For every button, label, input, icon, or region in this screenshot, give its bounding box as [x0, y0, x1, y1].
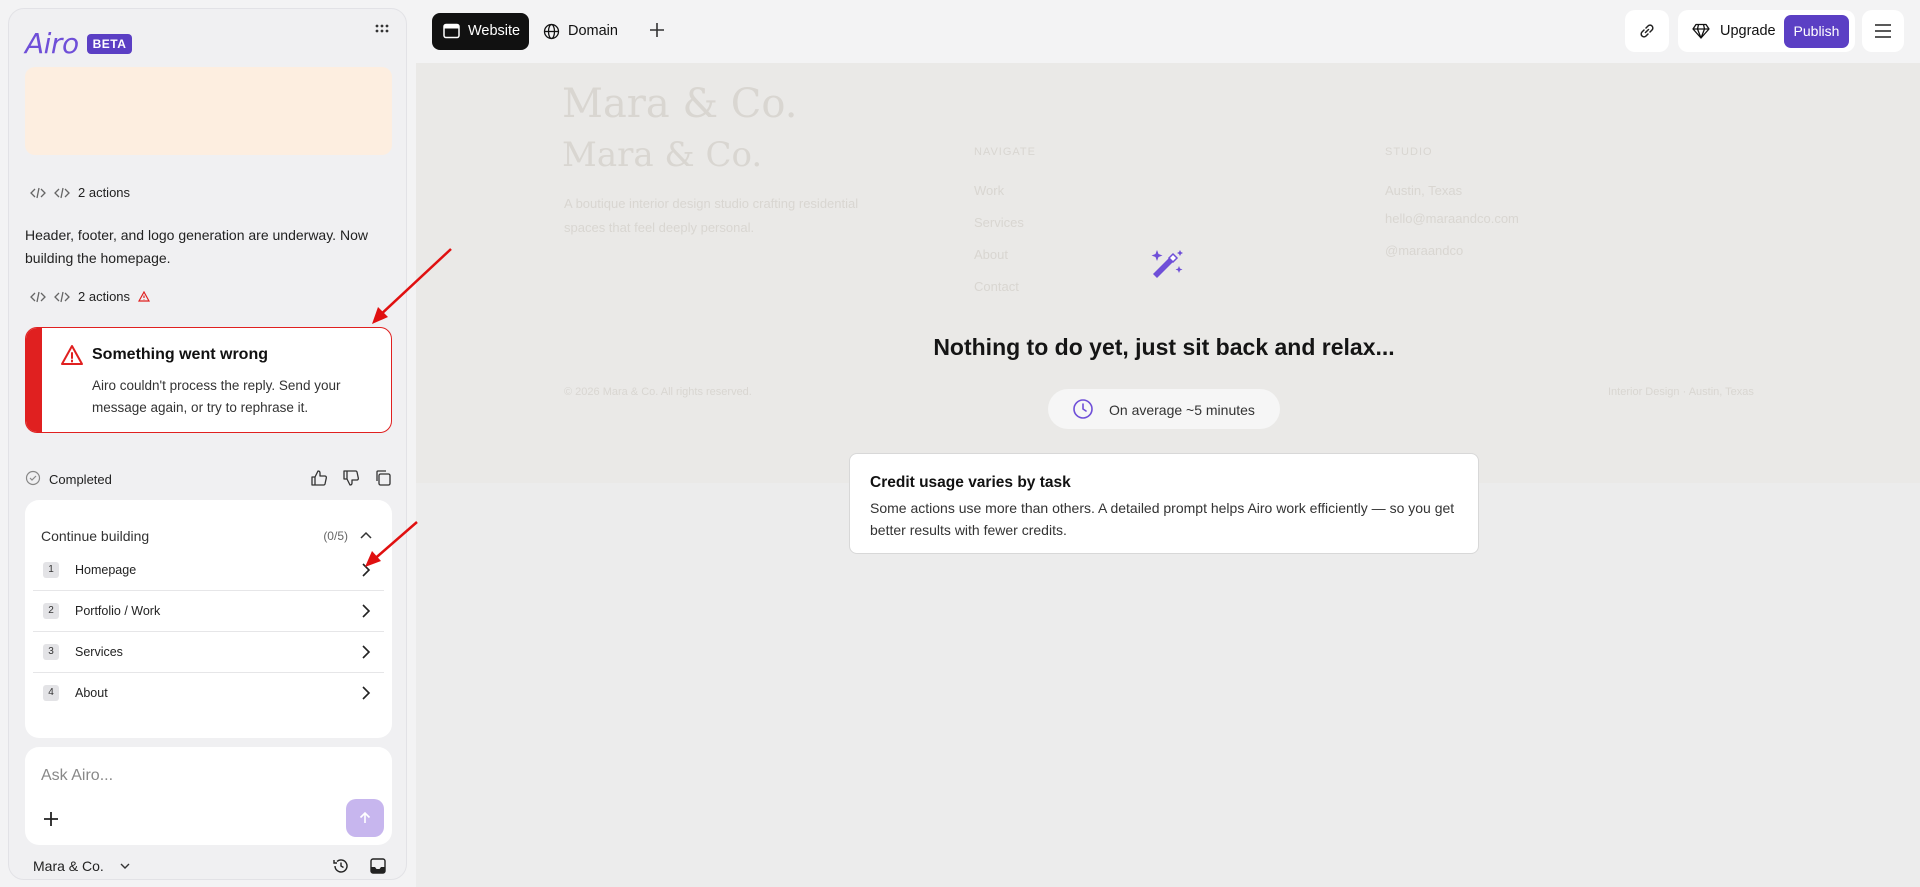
- warning-icon: [61, 345, 83, 365]
- copy-icon[interactable]: [374, 469, 392, 487]
- actions-summary[interactable]: 2 actions: [30, 185, 130, 200]
- hamburger-icon: [1875, 24, 1891, 38]
- continue-building-title: Continue building: [41, 528, 150, 544]
- ghost-copyright: © 2026 Mara & Co. All rights reserved.: [564, 386, 752, 398]
- thumbs-up-icon[interactable]: [310, 469, 328, 487]
- status-label: Completed: [49, 472, 112, 487]
- tab-website[interactable]: Website: [432, 13, 529, 50]
- ghost-studio-heading: STUDIO: [1385, 146, 1433, 158]
- ghost-logo: Mara & Co.: [562, 81, 798, 127]
- task-number: 4: [43, 685, 59, 701]
- chevron-right-icon: [362, 563, 371, 577]
- ghost-nav-item: Work: [974, 183, 1005, 198]
- history-icon[interactable]: [332, 857, 350, 875]
- chevron-right-icon: [362, 604, 371, 618]
- task-item-services[interactable]: 3 Services: [33, 632, 384, 673]
- status-row: Completed: [25, 469, 392, 489]
- clock-icon: [1073, 399, 1093, 419]
- warning-icon: [138, 291, 151, 302]
- chat-sidebar: Airo BETA 2 actions Header, footer, and …: [8, 8, 407, 880]
- task-label: Homepage: [75, 563, 137, 577]
- average-time-pill: On average ~5 minutes: [1048, 389, 1280, 429]
- ghost-studio-item: hello@maraandco.com: [1385, 211, 1519, 226]
- ghost-logo: Mara & Co.: [562, 135, 763, 175]
- error-stripe: [26, 328, 42, 432]
- chat-composer: [25, 747, 392, 845]
- sidebar-footer: Mara & Co.: [33, 857, 393, 877]
- credit-usage-body: Some actions use more than others. A det…: [870, 500, 1455, 538]
- error-message: Airo couldn't process the reply. Send yo…: [92, 378, 341, 415]
- airo-logo: Airo: [25, 27, 79, 60]
- code-icon: [30, 187, 46, 198]
- main-menu-button[interactable]: [1862, 10, 1904, 52]
- ghost-nav-heading: NAVIGATE: [974, 146, 1036, 158]
- chevron-right-icon: [362, 645, 371, 659]
- tab-label: Domain: [568, 23, 618, 39]
- error-title: Something went wrong: [92, 346, 268, 363]
- ghost-footer-tagline: Interior Design · Austin, Texas: [1608, 386, 1754, 398]
- upgrade-label: Upgrade: [1720, 23, 1776, 39]
- credit-usage-info: Credit usage varies by task Some actions…: [849, 453, 1479, 554]
- ghost-nav-item: About: [974, 247, 1008, 262]
- magic-wand-icon: [1151, 250, 1183, 278]
- chevron-up-icon[interactable]: [358, 528, 374, 542]
- task-number: 1: [43, 562, 59, 578]
- send-button[interactable]: [346, 799, 384, 837]
- ghost-tagline: spaces that feel deeply personal.: [564, 220, 755, 235]
- diamond-icon: [1692, 23, 1710, 39]
- actions-label: 2 actions: [78, 289, 131, 304]
- assistant-message: Header, footer, and logo generation are …: [25, 227, 368, 266]
- task-item-portfolio[interactable]: 2 Portfolio / Work: [33, 591, 384, 632]
- globe-icon: [543, 23, 560, 40]
- task-item-about[interactable]: 4 About: [33, 673, 384, 714]
- inbox-icon[interactable]: [369, 857, 387, 875]
- task-number: 2: [43, 603, 59, 619]
- task-number: 3: [43, 644, 59, 660]
- link-icon: [1640, 24, 1654, 38]
- chevron-down-icon[interactable]: [119, 861, 131, 871]
- add-attachment-icon[interactable]: [41, 809, 61, 829]
- ghost-nav-item: Services: [974, 215, 1024, 230]
- credit-usage-title: Credit usage varies by task: [870, 474, 1071, 491]
- progress-count: (0/5): [323, 529, 348, 543]
- chevron-right-icon: [362, 686, 371, 700]
- task-label: Services: [75, 645, 123, 659]
- browser-window-icon: [443, 23, 460, 39]
- upgrade-publish-group: Upgrade Publish: [1678, 10, 1855, 52]
- actions-label: 2 actions: [78, 185, 131, 200]
- task-label: About: [75, 686, 108, 700]
- task-item-homepage[interactable]: 1 Homepage: [33, 550, 384, 591]
- code-icon: [54, 187, 70, 198]
- task-label: Portfolio / Work: [75, 604, 161, 618]
- brand: Airo BETA: [25, 27, 133, 60]
- preview-thumbnail: [25, 67, 392, 155]
- ghost-studio-item: Austin, Texas: [1385, 183, 1463, 198]
- upgrade-button[interactable]: Upgrade: [1690, 10, 1790, 52]
- code-icon: [30, 291, 46, 302]
- error-alert: Something went wrong Airo couldn't proce…: [25, 327, 392, 433]
- add-tab-icon[interactable]: [648, 21, 666, 39]
- tab-domain[interactable]: Domain: [543, 13, 633, 50]
- actions-summary[interactable]: 2 actions: [30, 289, 151, 304]
- continue-building-panel: Continue building (0/5) 1 Homepage 2 Por…: [25, 500, 392, 738]
- dots-grid-icon[interactable]: [374, 23, 390, 37]
- average-time-label: On average ~5 minutes: [1109, 402, 1255, 418]
- project-switcher[interactable]: Mara & Co.: [33, 858, 104, 874]
- ghost-studio-item: @maraandco: [1385, 243, 1464, 258]
- beta-badge: BETA: [86, 33, 133, 54]
- arrow-up-icon: [359, 811, 371, 823]
- code-icon: [54, 291, 70, 302]
- copy-link-button[interactable]: [1625, 10, 1669, 52]
- thumbs-down-icon[interactable]: [342, 469, 360, 487]
- chat-input[interactable]: [41, 767, 341, 785]
- publish-button[interactable]: Publish: [1784, 15, 1849, 48]
- ghost-tagline: A boutique interior design studio crafti…: [564, 196, 859, 211]
- check-circle-icon: [25, 470, 41, 486]
- tab-label: Website: [468, 23, 521, 39]
- empty-state-headline: Nothing to do yet, just sit back and rel…: [933, 334, 1395, 360]
- ghost-nav-item: Contact: [974, 279, 1019, 294]
